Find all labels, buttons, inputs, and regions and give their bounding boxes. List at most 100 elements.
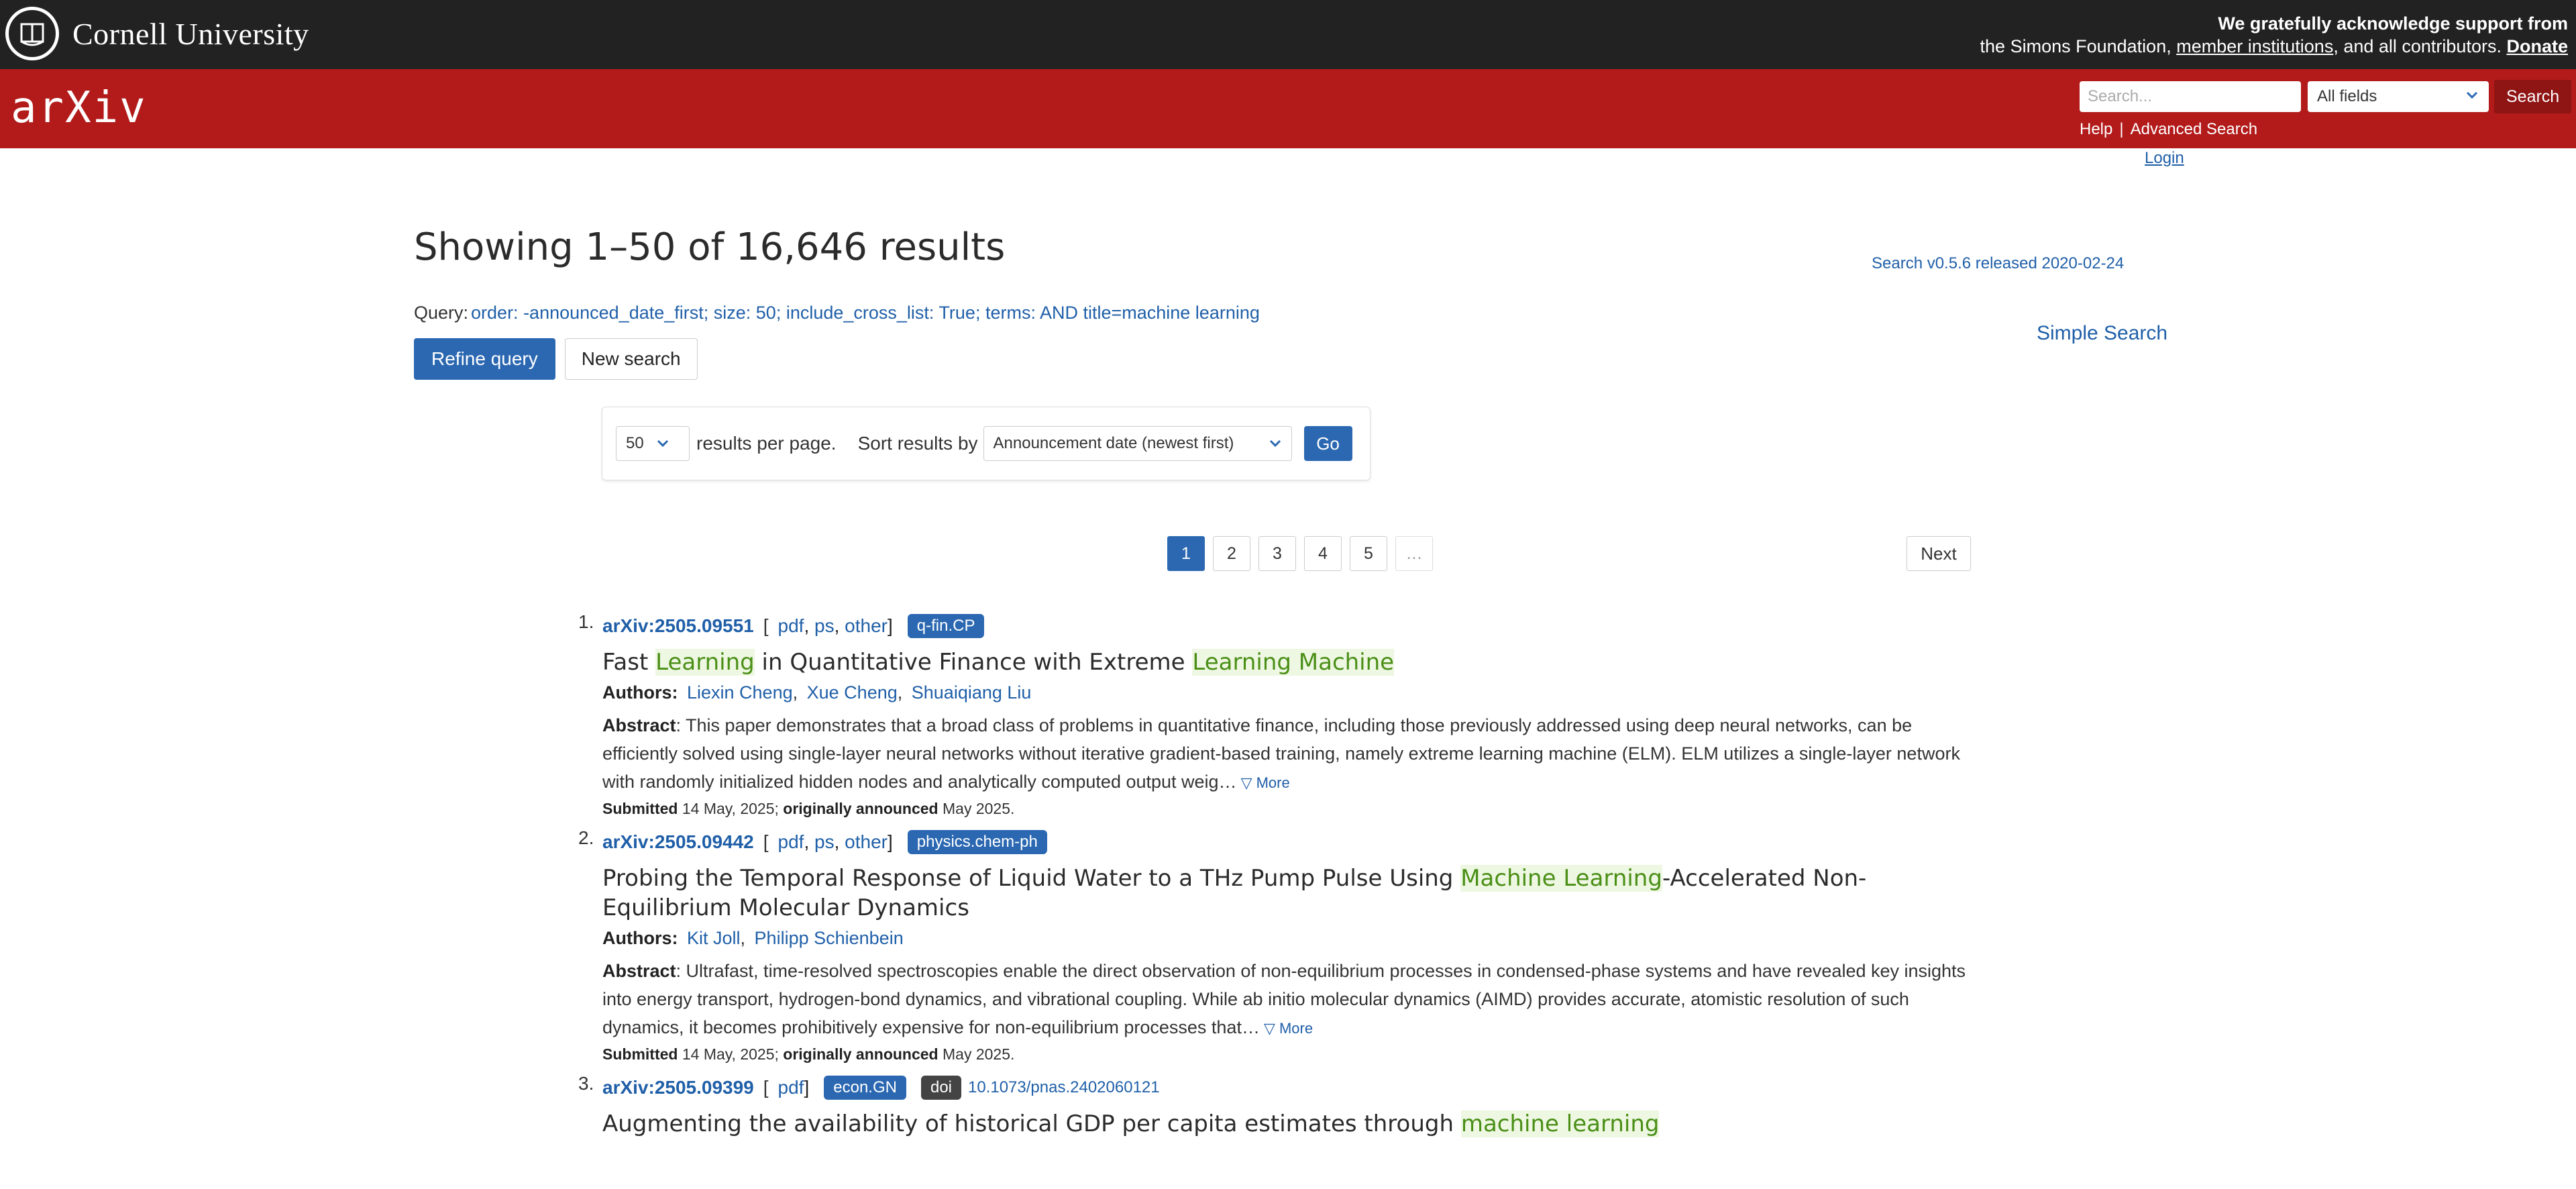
submission-info: Submitted 14 May, 2025; originally annou… — [602, 800, 1978, 818]
doi-link[interactable]: 10.1073/pnas.2402060121 — [968, 1078, 1160, 1097]
result-title: Augmenting the availability of historica… — [602, 1109, 1978, 1139]
simple-search-link[interactable]: Simple Search — [2037, 322, 2167, 345]
arxiv-logo: arXiv — [11, 83, 147, 133]
result-id-line: arXiv:2505.09399 [pdf] econ.GN doi 10.10… — [602, 1073, 1978, 1102]
title-text: Fast — [602, 649, 656, 676]
query-link[interactable]: order: -announced_date_first; size: 50; … — [471, 303, 1260, 323]
sort-order-select[interactable]: Announcement date (newest first) — [983, 426, 1292, 461]
page-link[interactable]: 2 — [1213, 536, 1250, 571]
search-field-value: All fields — [2317, 87, 2377, 105]
submitted-date: 14 May, 2025; — [678, 800, 784, 817]
arxiv-id-link[interactable]: arXiv:2505.09551 — [602, 615, 754, 637]
category-tag: physics.chem-ph — [907, 830, 1047, 854]
member-institutions-link[interactable]: member institutions — [2176, 36, 2333, 56]
arxiv-id-link[interactable]: arXiv:2505.09399 — [602, 1077, 754, 1098]
pdf-link[interactable]: pdf — [778, 1077, 804, 1098]
donate-link[interactable]: Donate — [2506, 36, 2568, 56]
result-item: 2. arXiv:2505.09442 [pdf, ps, other] phy… — [578, 827, 1978, 1064]
submission-info: Submitted 14 May, 2025; originally annou… — [602, 1045, 1978, 1064]
sort-order-value: Announcement date (newest first) — [993, 434, 1234, 452]
title-highlight: Machine Learning — [1460, 865, 1662, 892]
submitted-date: 14 May, 2025; — [678, 1045, 784, 1063]
announced-label: originally announced — [783, 800, 938, 817]
result-number: 1. — [578, 611, 594, 632]
search-input[interactable] — [2080, 81, 2301, 112]
cornell-logo-link[interactable]: Cornell University — [5, 4, 309, 63]
search-field-select[interactable]: All fields — [2308, 81, 2489, 112]
search-button[interactable]: Search — [2494, 80, 2572, 113]
result-title: Fast Learning in Quantitative Finance wi… — [602, 648, 1978, 677]
page-link[interactable]: 3 — [1258, 536, 1296, 571]
results-per-page-select[interactable]: 50 — [616, 426, 690, 461]
chevron-down-icon — [657, 440, 668, 448]
pdf-link[interactable]: pdf — [778, 831, 804, 853]
title-text: Augmenting the availability of historica… — [602, 1110, 1461, 1137]
arxiv-id-link[interactable]: arXiv:2505.09442 — [602, 831, 754, 853]
submitted-label: Submitted — [602, 1045, 678, 1063]
query-buttons: Refine query New search — [414, 338, 698, 380]
pagination-ellipsis: … — [1395, 536, 1433, 571]
query-line: Query: order: -announced_date_first; size… — [414, 303, 1260, 323]
main-content: Showing 1–50 of 16,646 results Search v0… — [0, 148, 2576, 1189]
result-item: 1. arXiv:2505.09551 [pdf, ps, other] q-f… — [578, 611, 1978, 818]
author-link[interactable]: Xue Cheng — [807, 682, 898, 703]
title-highlight: Learning Machine — [1192, 649, 1395, 676]
new-search-button[interactable]: New search — [564, 338, 698, 380]
doi-badge: doi — [920, 1076, 961, 1100]
abstract: Abstract: Ultrafast, time-resolved spect… — [602, 957, 1978, 1043]
more-abstract-link[interactable]: ▽ More — [1264, 1020, 1313, 1037]
chevron-down-icon — [2466, 91, 2478, 99]
other-formats-link[interactable]: other — [845, 831, 888, 853]
help-link[interactable]: Help — [2080, 120, 2112, 138]
page-link[interactable]: 1 — [1167, 536, 1205, 571]
authors-label: Authors: — [602, 682, 678, 703]
refine-query-button[interactable]: Refine query — [414, 338, 555, 380]
arxiv-header: arXiv All fields Search Help | Advanced Se… — [0, 69, 2576, 148]
link-separator: | — [2119, 120, 2124, 138]
title-highlight: machine learning — [1460, 1110, 1660, 1137]
more-abstract-link[interactable]: ▽ More — [1241, 774, 1290, 791]
authors-line: Authors: Kit Joll, Philipp Schienbein — [602, 928, 904, 948]
results-per-page-label: results per page. — [696, 433, 837, 454]
title-highlight: Learning — [655, 649, 755, 676]
next-page-link[interactable]: Next — [1907, 536, 1971, 571]
author-link[interactable]: Philipp Schienbein — [755, 928, 904, 948]
header-links: Help | Advanced Search — [2080, 120, 2257, 139]
result-number: 2. — [578, 827, 594, 848]
page-link[interactable]: 5 — [1350, 536, 1387, 571]
other-formats-link[interactable]: other — [845, 615, 888, 637]
pagination: 1 2 3 4 5 … — [1167, 536, 1441, 571]
release-notes-link[interactable]: Search v0.5.6 released 2020-02-24 — [1872, 254, 2124, 273]
pdf-link[interactable]: pdf — [778, 615, 804, 637]
abstract: Abstract: This paper demonstrates that a… — [602, 711, 1978, 797]
title-text: Probing the Temporal Response of Liquid … — [602, 865, 1461, 892]
abstract-label: Abstract — [602, 961, 676, 981]
cornell-seal-icon — [5, 7, 59, 60]
authors-label: Authors: — [602, 928, 678, 948]
title-text: in Quantitative Finance with Extreme — [754, 649, 1193, 676]
announced-date: May 2025. — [938, 800, 1015, 817]
submitted-label: Submitted — [602, 800, 678, 817]
announced-date: May 2025. — [938, 1045, 1015, 1063]
ack-text: We gratefully acknowledge support from — [2218, 13, 2568, 34]
result-title: Probing the Temporal Response of Liquid … — [602, 864, 1978, 923]
query-label: Query: — [414, 303, 469, 323]
category-tag: q-fin.CP — [907, 614, 985, 638]
go-button[interactable]: Go — [1303, 426, 1352, 461]
results-per-page-value: 50 — [626, 434, 644, 452]
ps-link[interactable]: ps — [814, 831, 835, 853]
result-id-line: arXiv:2505.09551 [pdf, ps, other] q-fin.… — [602, 611, 1978, 641]
ack-end-text: , and all contributors. — [2333, 36, 2502, 56]
author-link[interactable]: Liexin Cheng — [687, 682, 793, 703]
sort-label: Sort results by — [857, 433, 978, 454]
author-link[interactable]: Kit Joll — [687, 928, 741, 948]
page-link[interactable]: 4 — [1304, 536, 1342, 571]
results-heading: Showing 1–50 of 16,646 results — [414, 225, 1006, 269]
chevron-down-icon — [1269, 440, 1281, 448]
results-list: 1. arXiv:2505.09551 [pdf, ps, other] q-f… — [578, 611, 1978, 1139]
ps-link[interactable]: ps — [814, 615, 835, 637]
author-link[interactable]: Shuaiqiang Liu — [912, 682, 1032, 703]
sort-controls: 50 results per page. Sort results by Ann… — [602, 407, 1371, 480]
arxiv-logo-link[interactable]: arXiv — [11, 81, 147, 135]
advanced-search-link[interactable]: Advanced Search — [2131, 120, 2257, 138]
